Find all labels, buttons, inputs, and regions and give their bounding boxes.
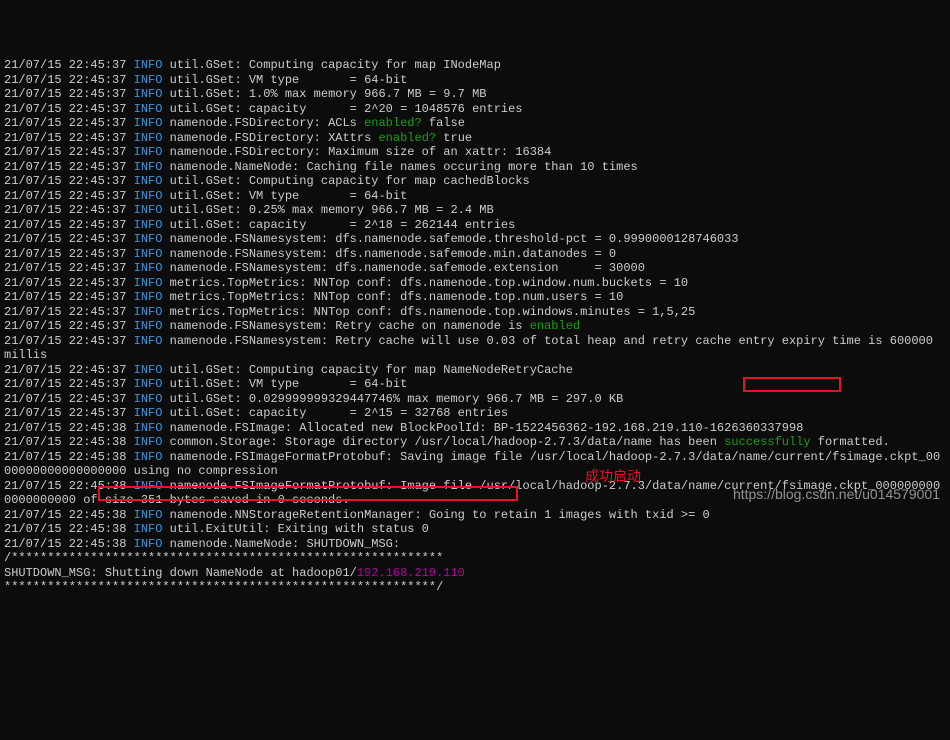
log-line: 21/07/15 22:45:37 INFO util.GSet: 0.25% … xyxy=(4,203,946,218)
log-line: 21/07/15 22:45:37 INFO util.GSet: VM typ… xyxy=(4,377,946,392)
log-line: 21/07/15 22:45:37 INFO namenode.FSNamesy… xyxy=(4,319,946,334)
separator: ****************************************… xyxy=(4,580,946,595)
log-line: 21/07/15 22:45:38 INFO namenode.NNStorag… xyxy=(4,508,946,523)
log-line: 21/07/15 22:45:37 INFO util.GSet: 1.0% m… xyxy=(4,87,946,102)
log-line: 21/07/15 22:45:37 INFO util.GSet: capaci… xyxy=(4,102,946,117)
log-line: 21/07/15 22:45:37 INFO namenode.FSNamesy… xyxy=(4,232,946,247)
log-line: 21/07/15 22:45:37 INFO util.GSet: capaci… xyxy=(4,406,946,421)
log-line-wrap: 00000000000000000 using no compression xyxy=(4,464,946,479)
log-line: 21/07/15 22:45:38 INFO namenode.FSImageF… xyxy=(4,450,946,465)
log-line: 21/07/15 22:45:37 INFO namenode.FSNamesy… xyxy=(4,247,946,262)
log-line: 21/07/15 22:45:38 INFO namenode.FSImageF… xyxy=(4,479,946,494)
log-line-wrap: millis xyxy=(4,348,946,363)
shutdown-line: SHUTDOWN_MSG: Shutting down NameNode at … xyxy=(4,566,946,581)
log-line: 21/07/15 22:45:37 INFO namenode.NameNode… xyxy=(4,160,946,175)
log-line: 21/07/15 22:45:37 INFO util.GSet: Comput… xyxy=(4,58,946,73)
log-line: 21/07/15 22:45:37 INFO metrics.TopMetric… xyxy=(4,305,946,320)
log-line: 21/07/15 22:45:37 INFO util.GSet: Comput… xyxy=(4,174,946,189)
log-line: 21/07/15 22:45:38 INFO util.ExitUtil: Ex… xyxy=(4,522,946,537)
log-line: 21/07/15 22:45:38 INFO namenode.FSImage:… xyxy=(4,421,946,436)
log-line: 21/07/15 22:45:37 INFO util.GSet: Comput… xyxy=(4,363,946,378)
log-line: 21/07/15 22:45:37 INFO metrics.TopMetric… xyxy=(4,276,946,291)
log-line: 21/07/15 22:45:37 INFO namenode.FSDirect… xyxy=(4,116,946,131)
log-line: 21/07/15 22:45:37 INFO namenode.FSNamesy… xyxy=(4,261,946,276)
log-line: 21/07/15 22:45:37 INFO util.GSet: VM typ… xyxy=(4,73,946,88)
log-line: 21/07/15 22:45:37 INFO metrics.TopMetric… xyxy=(4,290,946,305)
log-line: 21/07/15 22:45:37 INFO util.GSet: VM typ… xyxy=(4,189,946,204)
log-line: 21/07/15 22:45:37 INFO namenode.FSDirect… xyxy=(4,145,946,160)
log-line: 21/07/15 22:45:37 INFO namenode.FSDirect… xyxy=(4,131,946,146)
log-line: 21/07/15 22:45:38 INFO common.Storage: S… xyxy=(4,435,946,450)
terminal-output: 21/07/15 22:45:37 INFO util.GSet: Comput… xyxy=(0,58,950,595)
log-line: 21/07/15 22:45:37 INFO util.GSet: capaci… xyxy=(4,218,946,233)
log-line-wrap: 0000000000 of size 351 bytes saved in 0 … xyxy=(4,493,946,508)
separator: /***************************************… xyxy=(4,551,946,566)
log-line: 21/07/15 22:45:37 INFO util.GSet: 0.0299… xyxy=(4,392,946,407)
log-line: 21/07/15 22:45:38 INFO namenode.NameNode… xyxy=(4,537,946,552)
log-line: 21/07/15 22:45:37 INFO namenode.FSNamesy… xyxy=(4,334,946,349)
